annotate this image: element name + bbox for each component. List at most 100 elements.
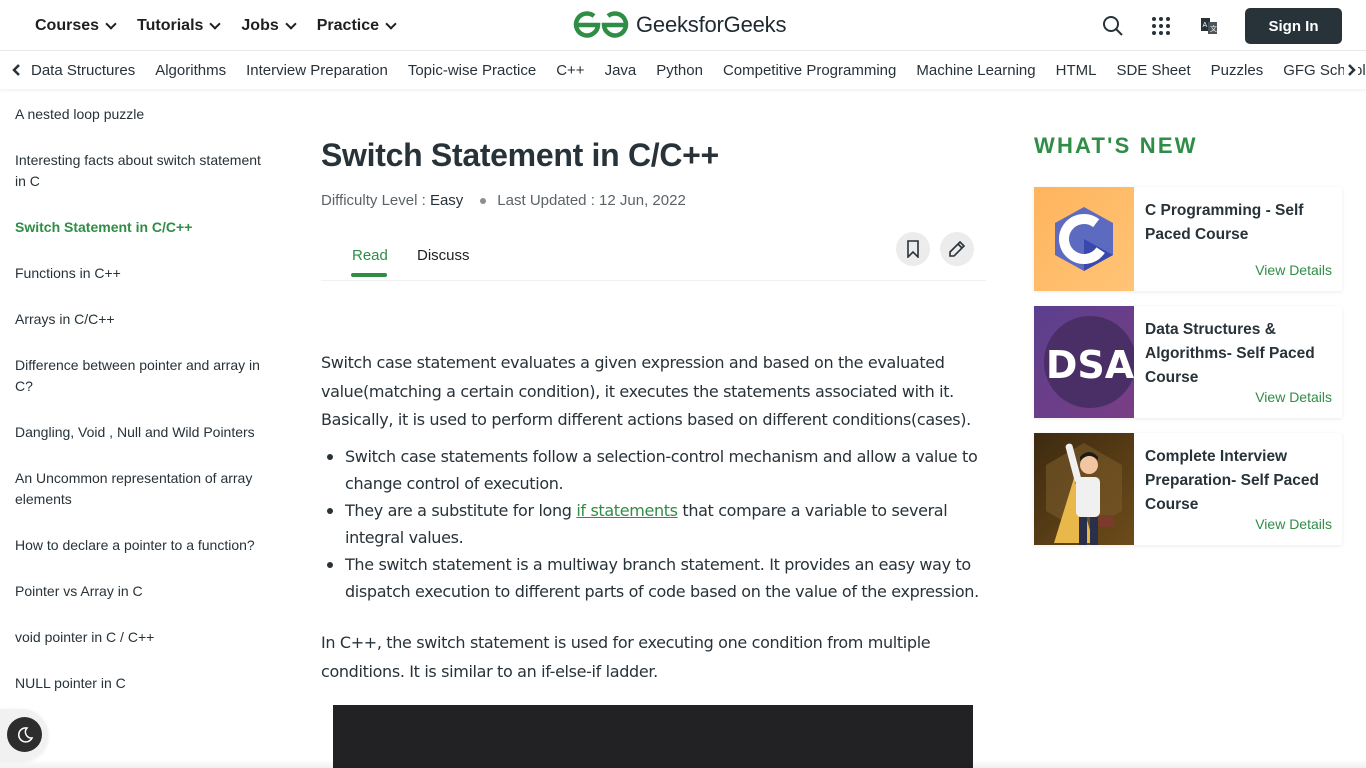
code-block[interactable]: [333, 705, 973, 768]
page-bottom-edge: [0, 760, 1366, 768]
article-header: Switch Statement in C/C++ Difficulty Lev…: [321, 130, 986, 281]
sidebar-item[interactable]: Arrays in C/C++: [15, 309, 265, 330]
list-text: They are a substitute for long: [345, 501, 577, 520]
topic-python[interactable]: Python: [656, 62, 703, 79]
search-icon[interactable]: [1101, 14, 1125, 38]
topic-competitive-programming[interactable]: Competitive Programming: [723, 62, 896, 79]
article-meta: Difficulty Level : Easy Last Updated : 1…: [321, 192, 986, 209]
whats-new-heading: WHAT'S NEW: [1034, 133, 1198, 158]
card-info: Data Structures & Algorithms- Self Paced…: [1134, 306, 1342, 418]
topic-cpp[interactable]: C++: [556, 62, 584, 79]
view-details-link[interactable]: View Details: [1255, 516, 1332, 532]
difficulty-value[interactable]: Easy: [430, 192, 463, 209]
dsa-logo-icon: DSA: [1044, 316, 1134, 408]
chevron-down-icon: [105, 17, 117, 30]
bookmark-icon: [907, 240, 919, 258]
sidebar-item[interactable]: A nested loop puzzle: [15, 104, 265, 125]
sidebar-item[interactable]: Pointer vs Array in C: [15, 581, 265, 602]
intro-paragraph: Switch case statement evaluates a given …: [321, 353, 971, 429]
nav-tutorials[interactable]: Tutorials: [137, 16, 222, 35]
updated-value: 12 Jun, 2022: [599, 192, 686, 209]
related-articles-sidebar: A nested loop puzzle Interesting facts a…: [15, 104, 265, 719]
course-card-dsa[interactable]: DSA Data Structures & Algorithms- Self P…: [1034, 306, 1342, 418]
nav-label: Courses: [35, 16, 100, 34]
dsa-thumbnail: DSA: [1034, 306, 1134, 418]
topic-wise-practice[interactable]: Topic-wise Practice: [408, 62, 536, 79]
card-info: Complete Interview Preparation- Self Pac…: [1134, 433, 1342, 545]
updated-label: Last Updated :: [497, 192, 595, 209]
dark-mode-toggle[interactable]: [7, 717, 42, 752]
list-item: Switch case statements follow a selectio…: [327, 443, 985, 497]
nav-courses[interactable]: Courses: [35, 16, 117, 35]
nav-label: Tutorials: [137, 16, 204, 34]
separator-dot: [480, 197, 487, 204]
topic-machine-learning[interactable]: Machine Learning: [916, 62, 1035, 79]
gfg-logo[interactable]: GeeksforGeeks: [572, 9, 786, 41]
page-title: Switch Statement in C/C++: [321, 137, 719, 173]
gfg-logo-icon: [573, 11, 629, 38]
view-details-link[interactable]: View Details: [1255, 389, 1332, 405]
sidebar-item[interactable]: void pointer in C / C++: [15, 627, 265, 648]
sidebar-item[interactable]: Interesting facts about switch statement…: [15, 150, 265, 192]
sidebar-item[interactable]: Dangling, Void , Null and Wild Pointers: [15, 422, 265, 443]
topic-html[interactable]: HTML: [1056, 62, 1097, 79]
nav-label: Jobs: [241, 16, 279, 34]
card-info: C Programming - Self Paced Course View D…: [1134, 187, 1342, 291]
svg-text:文: 文: [1210, 24, 1217, 33]
interview-prep-thumbnail: [1034, 433, 1134, 545]
difficulty-label: Difficulty Level :: [321, 192, 426, 209]
svg-text:A: A: [1203, 22, 1208, 29]
chevron-down-icon: [285, 17, 297, 30]
topic-nav: Data Structures Algorithms Interview Pre…: [0, 51, 1366, 89]
topic-interview-preparation[interactable]: Interview Preparation: [246, 62, 388, 79]
course-title: Data Structures & Algorithms- Self Paced…: [1145, 321, 1315, 386]
course-card-c-programming[interactable]: C Programming - Self Paced Course View D…: [1034, 187, 1342, 291]
list-item: The switch statement is a multiway branc…: [327, 551, 985, 605]
sidebar-item[interactable]: Difference between pointer and array in …: [15, 355, 265, 397]
key-points-list: Switch case statements follow a selectio…: [327, 443, 985, 605]
course-title: Complete Interview Preparation- Self Pac…: [1145, 448, 1320, 513]
apps-grid-icon[interactable]: [1149, 14, 1173, 38]
topic-nav-items: Data Structures Algorithms Interview Pre…: [31, 51, 1366, 89]
chevron-down-icon: [385, 17, 397, 30]
topic-java[interactable]: Java: [605, 62, 637, 79]
course-title: C Programming - Self Paced Course: [1145, 202, 1304, 243]
dsa-thumb-text: DSA: [1046, 343, 1134, 387]
sidebar-item-active[interactable]: Switch Statement in C/C++: [15, 217, 265, 238]
translate-icon[interactable]: A文: [1197, 14, 1221, 38]
moon-icon: [17, 726, 33, 743]
main-nav: Courses Tutorials Jobs Practice: [35, 0, 417, 51]
pencil-icon: [949, 240, 966, 257]
nav-label: Practice: [316, 16, 380, 34]
chevron-down-icon: [209, 17, 222, 30]
sidebar-item[interactable]: An Uncommon representation of array elem…: [15, 468, 265, 510]
sidebar-item[interactable]: NULL pointer in C: [15, 673, 265, 694]
sidebar-item[interactable]: How to declare a pointer to a function?: [15, 535, 265, 556]
tab-discuss[interactable]: Discuss: [417, 247, 470, 264]
active-tab-indicator: [351, 273, 387, 277]
tab-read[interactable]: Read: [352, 247, 388, 264]
header-actions: A文 Sign In: [1101, 8, 1342, 44]
top-header: Courses Tutorials Jobs Practice Geeksfor…: [0, 0, 1366, 51]
article-tabs: Read Discuss: [321, 229, 986, 281]
bookmark-button[interactable]: [896, 232, 930, 266]
sign-in-button[interactable]: Sign In: [1245, 8, 1342, 44]
topic-puzzles[interactable]: Puzzles: [1211, 62, 1264, 79]
chevron-left-icon[interactable]: [10, 63, 24, 77]
cpp-paragraph: In C++, the switch statement is used for…: [321, 633, 931, 681]
list-item: They are a substitute for long if statem…: [327, 497, 985, 551]
sidebar-item[interactable]: Functions in C++: [15, 263, 265, 284]
nav-practice[interactable]: Practice: [316, 16, 397, 35]
c-language-thumbnail: [1034, 187, 1134, 291]
logo-text: GeeksforGeeks: [636, 12, 787, 37]
edit-button[interactable]: [940, 232, 974, 266]
if-statements-link[interactable]: if statements: [576, 501, 678, 520]
person-illustration-icon: [1046, 443, 1122, 545]
topic-algorithms[interactable]: Algorithms: [155, 62, 226, 79]
chevron-right-icon[interactable]: [1344, 63, 1358, 77]
nav-jobs[interactable]: Jobs: [241, 16, 297, 35]
topic-sde-sheet[interactable]: SDE Sheet: [1116, 62, 1190, 79]
topic-data-structures[interactable]: Data Structures: [31, 62, 135, 79]
course-card-interview-prep[interactable]: Complete Interview Preparation- Self Pac…: [1034, 433, 1342, 545]
view-details-link[interactable]: View Details: [1255, 262, 1332, 278]
